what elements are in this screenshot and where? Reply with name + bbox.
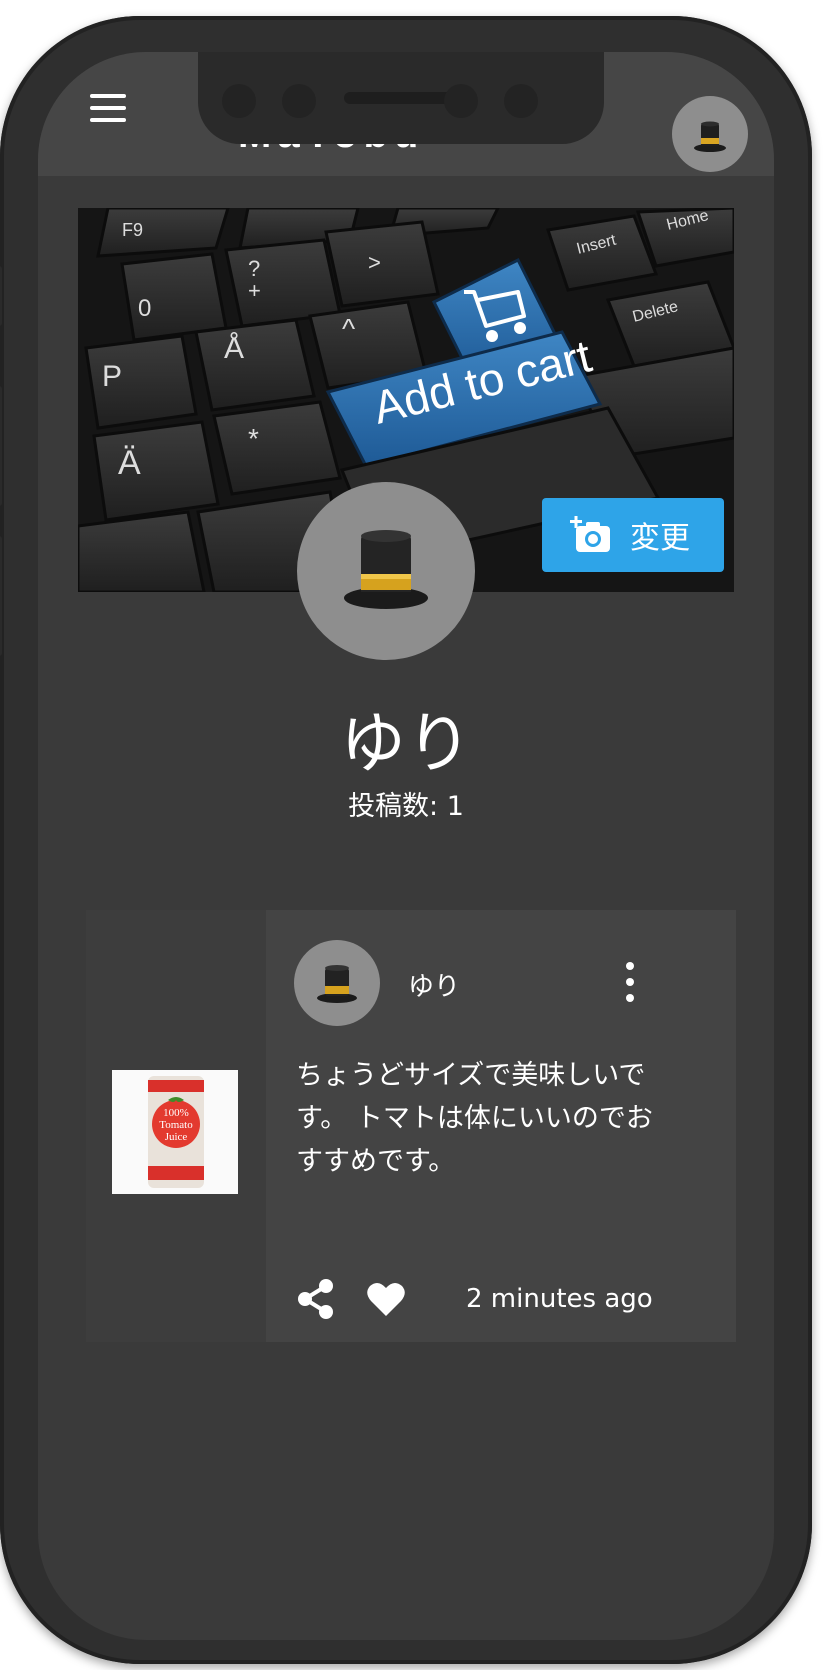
more-vert-icon[interactable] (621, 962, 639, 1002)
add-photo-icon (570, 516, 610, 552)
phone-notch (198, 52, 604, 144)
top-hat-icon (344, 530, 428, 609)
phone-frame: MaTobu (0, 16, 812, 1664)
key-a-ring-label: Å (224, 332, 244, 365)
hamburger-menu-icon[interactable] (90, 94, 126, 122)
share-icon[interactable] (296, 1278, 336, 1320)
can-label-percent: 100% (163, 1107, 189, 1119)
app-bar: MaTobu (38, 52, 774, 176)
post-author-name[interactable]: ゆり (408, 966, 460, 1003)
top-hat-icon (694, 121, 726, 152)
heart-icon[interactable] (366, 1280, 406, 1318)
key-zero-label: 0 (138, 295, 151, 322)
profile-username: ゆり (340, 705, 472, 782)
key-a-umlaut-label: Ä (118, 444, 141, 482)
key-f9-label: F9 (122, 220, 143, 240)
key-plus-label: + (248, 278, 261, 303)
key-p-label: P (102, 360, 122, 393)
top-hat-icon (317, 965, 357, 1003)
can-label-juice: Juice (165, 1131, 188, 1143)
change-cover-button[interactable]: 変更 (542, 498, 724, 572)
profile-avatar[interactable] (297, 482, 475, 660)
post-author-avatar[interactable] (294, 940, 380, 1026)
post-text: ちょうどサイズで美味しいです。 トマトは体にいいのでおすすめです。 (296, 1060, 653, 1177)
phone-volume-down (0, 536, 2, 656)
profile-post-count: 投稿数: 1 (348, 791, 464, 822)
post-image-panel: 100% Tomato Juice (86, 910, 266, 1342)
phone-side-button (0, 266, 2, 326)
change-cover-label: 変更 (630, 521, 690, 556)
post-image[interactable]: 100% Tomato Juice (112, 1070, 238, 1194)
post-card: 100% Tomato Juice ゆり ちょうどサイズで美味しいです。 トマト… (86, 910, 736, 1342)
account-avatar[interactable] (672, 96, 748, 172)
svg-text:>: > (368, 250, 381, 275)
phone-volume-up (0, 386, 2, 506)
svg-text:^: ^ (342, 313, 355, 344)
can-label-tomato: Tomato (159, 1119, 193, 1131)
post-timestamp: 2 minutes ago (466, 1284, 653, 1314)
phone-screen: MaTobu (38, 52, 774, 1640)
svg-text:*: * (248, 423, 259, 454)
